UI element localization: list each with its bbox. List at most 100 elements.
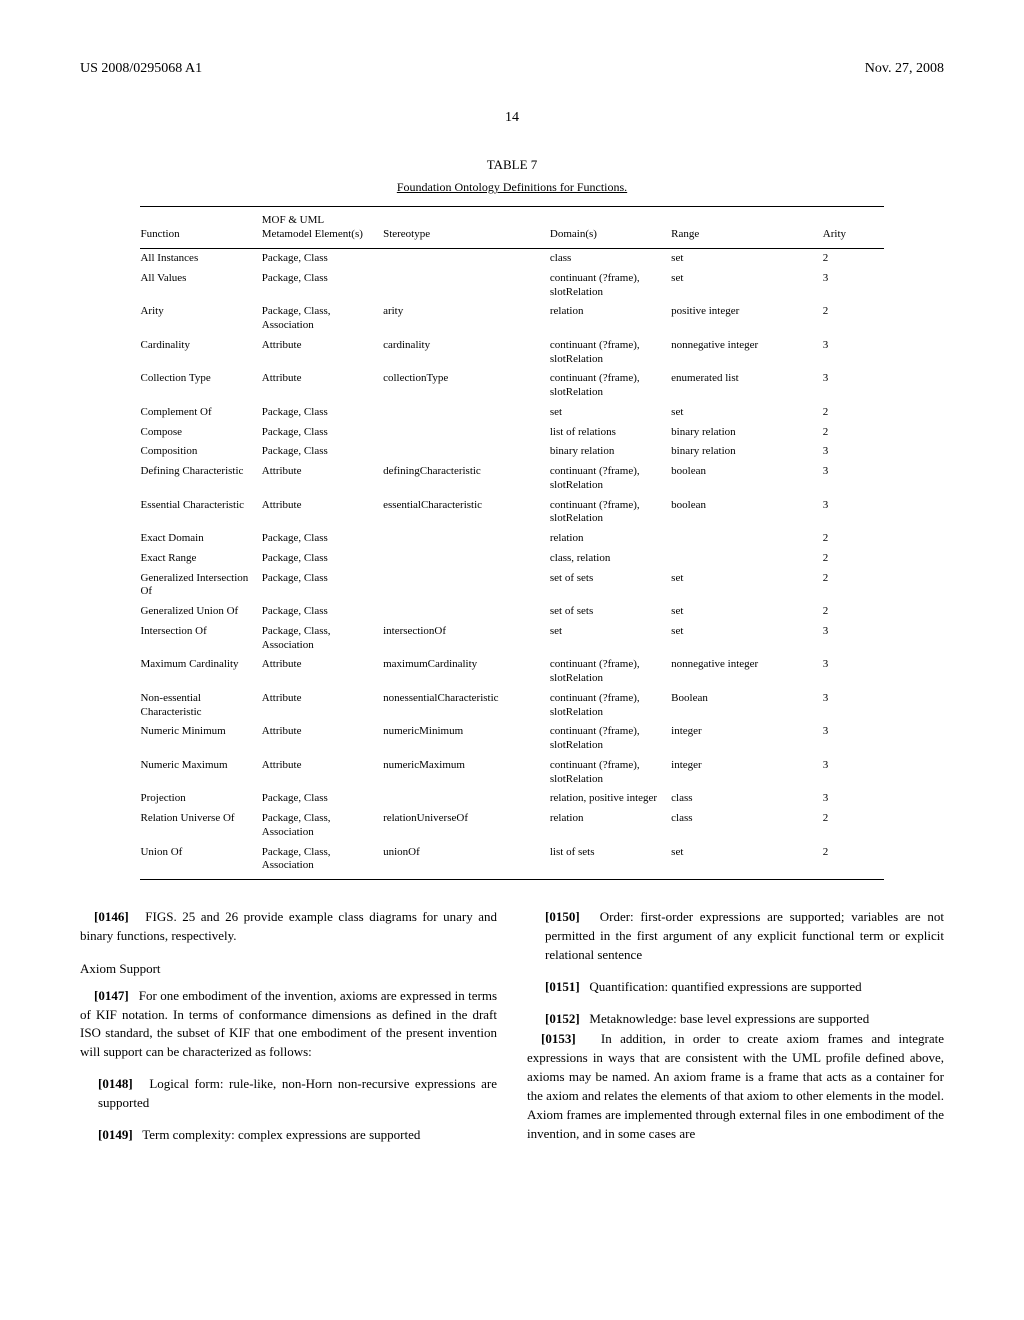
- table-cell: continuant (?frame), slotRelation: [550, 722, 671, 756]
- table-cell: set: [550, 622, 671, 656]
- table-cell: Intersection Of: [140, 622, 261, 656]
- table-cell: numericMinimum: [383, 722, 550, 756]
- table-row: Numeric MaximumAttributenumericMaximumco…: [140, 756, 883, 790]
- para-0152: [0152] Metaknowledge: base level express…: [545, 1010, 944, 1029]
- table-cell: class: [671, 789, 823, 809]
- table-cell: Attribute: [262, 496, 383, 530]
- table-cell: relation: [550, 809, 671, 843]
- table-cell: maximumCardinality: [383, 655, 550, 689]
- table-row: Complement OfPackage, Classsetset2: [140, 403, 883, 423]
- table-cell: 3: [823, 269, 884, 303]
- table-cell: set: [671, 622, 823, 656]
- table-cell: set: [671, 249, 823, 269]
- table-cell: relation, positive integer: [550, 789, 671, 809]
- col-domain: Domain(s): [550, 206, 671, 249]
- para-num: [0148]: [98, 1076, 133, 1091]
- table-cell: Package, Class: [262, 249, 383, 269]
- table-cell: continuant (?frame), slotRelation: [550, 269, 671, 303]
- table-cell: 3: [823, 442, 884, 462]
- table-cell: Composition: [140, 442, 261, 462]
- table-cell: positive integer: [671, 302, 823, 336]
- table-cell: class: [550, 249, 671, 269]
- para-0149: [0149] Term complexity: complex expressi…: [98, 1126, 497, 1145]
- table-cell: 2: [823, 302, 884, 336]
- table-cell: set: [671, 569, 823, 603]
- table-cell: set: [671, 269, 823, 303]
- table-cell: Maximum Cardinality: [140, 655, 261, 689]
- para-text: Order: first-order expressions are suppo…: [545, 909, 944, 962]
- table-cell: Attribute: [262, 369, 383, 403]
- table-row: Exact DomainPackage, Classrelation2: [140, 529, 883, 549]
- para-num: [0147]: [94, 988, 129, 1003]
- table-cell: 2: [823, 529, 884, 549]
- table-row: Essential CharacteristicAttributeessenti…: [140, 496, 883, 530]
- table-cell: Complement Of: [140, 403, 261, 423]
- table-cell: Relation Universe Of: [140, 809, 261, 843]
- table-cell: Package, Class, Association: [262, 809, 383, 843]
- table-cell: 2: [823, 602, 884, 622]
- table-cell: Cardinality: [140, 336, 261, 370]
- table-row: CardinalityAttributecardinalitycontinuan…: [140, 336, 883, 370]
- table-row: Numeric MinimumAttributenumericMinimumco…: [140, 722, 883, 756]
- table-row: Collection TypeAttributecollectionTypeco…: [140, 369, 883, 403]
- table-cell: [383, 403, 550, 423]
- table-cell: unionOf: [383, 843, 550, 880]
- table-cell: Package, Class: [262, 602, 383, 622]
- table-cell: Package, Class: [262, 269, 383, 303]
- table-cell: [383, 549, 550, 569]
- table-cell: nonessentialCharacteristic: [383, 689, 550, 723]
- table-cell: set: [671, 843, 823, 880]
- table-cell: Defining Characteristic: [140, 462, 261, 496]
- table-cell: continuant (?frame), slotRelation: [550, 655, 671, 689]
- table-row: Relation Universe OfPackage, Class, Asso…: [140, 809, 883, 843]
- table-cell: Exact Domain: [140, 529, 261, 549]
- col-range: Range: [671, 206, 823, 249]
- table-row: CompositionPackage, Classbinary relation…: [140, 442, 883, 462]
- para-0147: [0147] For one embodiment of the inventi…: [80, 987, 497, 1062]
- table-cell: Attribute: [262, 756, 383, 790]
- col-function: Function: [140, 206, 261, 249]
- table-row: Defining CharacteristicAttributedefining…: [140, 462, 883, 496]
- table-label: TABLE 7: [80, 156, 944, 174]
- table-cell: [383, 602, 550, 622]
- table-cell: Package, Class, Association: [262, 843, 383, 880]
- table-cell: [383, 529, 550, 549]
- publication-date: Nov. 27, 2008: [865, 60, 944, 79]
- table-cell: 2: [823, 249, 884, 269]
- table-cell: Numeric Maximum: [140, 756, 261, 790]
- table-cell: boolean: [671, 462, 823, 496]
- table-cell: 2: [823, 569, 884, 603]
- table-caption: Foundation Ontology Definitions for Func…: [80, 179, 944, 195]
- para-text: Term complexity: complex expressions are…: [142, 1127, 420, 1142]
- axiom-support-heading: Axiom Support: [80, 960, 497, 979]
- table-cell: [383, 423, 550, 443]
- table-cell: Union Of: [140, 843, 261, 880]
- table-cell: class, relation: [550, 549, 671, 569]
- para-text: In addition, in order to create axiom fr…: [527, 1031, 944, 1140]
- table-cell: Package, Class: [262, 442, 383, 462]
- table-cell: set: [550, 403, 671, 423]
- table-cell: relation: [550, 302, 671, 336]
- table-cell: continuant (?frame), slotRelation: [550, 336, 671, 370]
- table-cell: nonnegative integer: [671, 655, 823, 689]
- table-cell: continuant (?frame), slotRelation: [550, 496, 671, 530]
- para-num: [0146]: [94, 909, 129, 924]
- table-cell: [383, 249, 550, 269]
- table-cell: 2: [823, 423, 884, 443]
- table-cell: relationUniverseOf: [383, 809, 550, 843]
- table-cell: Boolean: [671, 689, 823, 723]
- table-cell: Essential Characteristic: [140, 496, 261, 530]
- table-cell: [671, 549, 823, 569]
- para-text: Metaknowledge: base level expressions ar…: [589, 1011, 869, 1026]
- col-element: MOF & UML Metamodel Element(s): [262, 206, 383, 249]
- table-cell: Attribute: [262, 722, 383, 756]
- table-cell: Attribute: [262, 689, 383, 723]
- table-cell: 3: [823, 655, 884, 689]
- para-num: [0151]: [545, 979, 580, 994]
- table-cell: integer: [671, 722, 823, 756]
- table-cell: All Values: [140, 269, 261, 303]
- table-cell: [383, 569, 550, 603]
- table-cell: class: [671, 809, 823, 843]
- table-row: ComposePackage, Classlist of relationsbi…: [140, 423, 883, 443]
- table-cell: Non-essential Characteristic: [140, 689, 261, 723]
